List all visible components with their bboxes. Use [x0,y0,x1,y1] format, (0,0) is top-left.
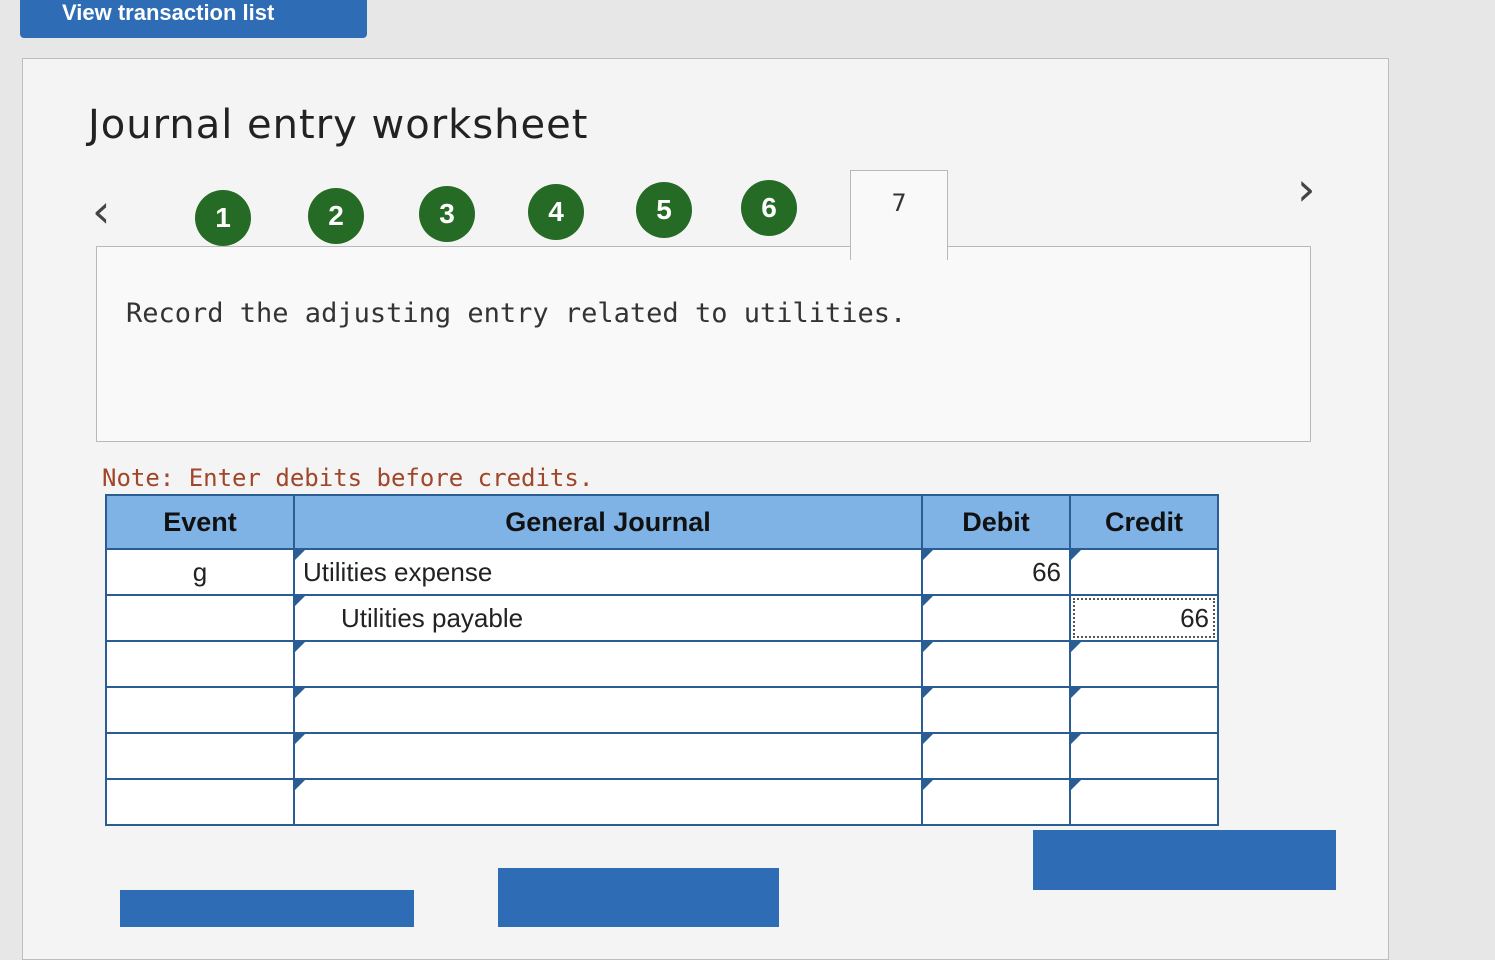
debit-cell[interactable] [921,640,1071,688]
instruction-text: Record the adjusting entry related to ut… [126,298,907,329]
chevron-left-icon[interactable]: ‹ [92,188,110,234]
table-row [105,686,1219,734]
debit-cell[interactable]: 66 [921,548,1071,596]
table-row [105,640,1219,688]
account-cell[interactable]: Utilities expense [293,548,923,596]
view-transaction-list-button[interactable]: View transaction list [20,0,367,38]
credit-cell[interactable] [1069,732,1219,780]
journal-table: Event General Journal Debit Credit g Uti… [105,494,1219,826]
event-cell[interactable] [105,686,295,734]
debit-cell[interactable] [921,778,1071,826]
page-title: Journal entry worksheet [88,102,589,148]
credit-cell[interactable] [1069,548,1219,596]
event-cell[interactable] [105,778,295,826]
debit-value: 66 [1032,556,1061,587]
event-cell[interactable] [105,594,295,642]
account-text: Utilities expense [303,556,493,587]
table-row [105,778,1219,826]
table-row: Utilities payable 66 [105,594,1219,642]
debit-cell[interactable] [921,594,1071,642]
credit-cell[interactable] [1069,778,1219,826]
event-cell[interactable] [105,732,295,780]
account-cell[interactable] [293,732,923,780]
account-cell[interactable] [293,778,923,826]
account-cell[interactable] [293,640,923,688]
step-6-button[interactable]: 6 [741,180,797,236]
header-general-journal: General Journal [293,494,923,550]
table-row: g Utilities expense 66 [105,548,1219,596]
account-cell[interactable] [293,686,923,734]
header-event: Event [105,494,295,550]
credit-cell[interactable]: 66 [1069,594,1219,642]
clear-entry-button[interactable] [498,868,779,927]
step-1-button[interactable]: 1 [195,190,251,246]
debit-cell[interactable] [921,732,1071,780]
chevron-right-icon[interactable]: › [1297,166,1315,212]
account-text: Utilities payable [341,602,524,633]
credit-cell[interactable] [1069,640,1219,688]
account-cell[interactable]: Utilities payable [293,594,923,642]
header-credit: Credit [1069,494,1219,550]
credit-cell[interactable] [1069,686,1219,734]
event-cell[interactable] [105,640,295,688]
credit-value: 66 [1180,602,1209,633]
step-4-button[interactable]: 4 [528,184,584,240]
debit-cell[interactable] [921,686,1071,734]
view-general-journal-button[interactable] [1033,830,1336,890]
event-cell[interactable]: g [105,548,295,596]
note-text: Note: Enter debits before credits. [102,464,594,492]
header-debit: Debit [921,494,1071,550]
tab-step-7[interactable]: 7 [850,170,948,260]
step-2-button[interactable]: 2 [308,188,364,244]
instruction-box [96,246,1311,442]
record-entry-button[interactable] [120,890,414,927]
table-row [105,732,1219,780]
step-5-button[interactable]: 5 [636,182,692,238]
step-3-button[interactable]: 3 [419,186,475,242]
